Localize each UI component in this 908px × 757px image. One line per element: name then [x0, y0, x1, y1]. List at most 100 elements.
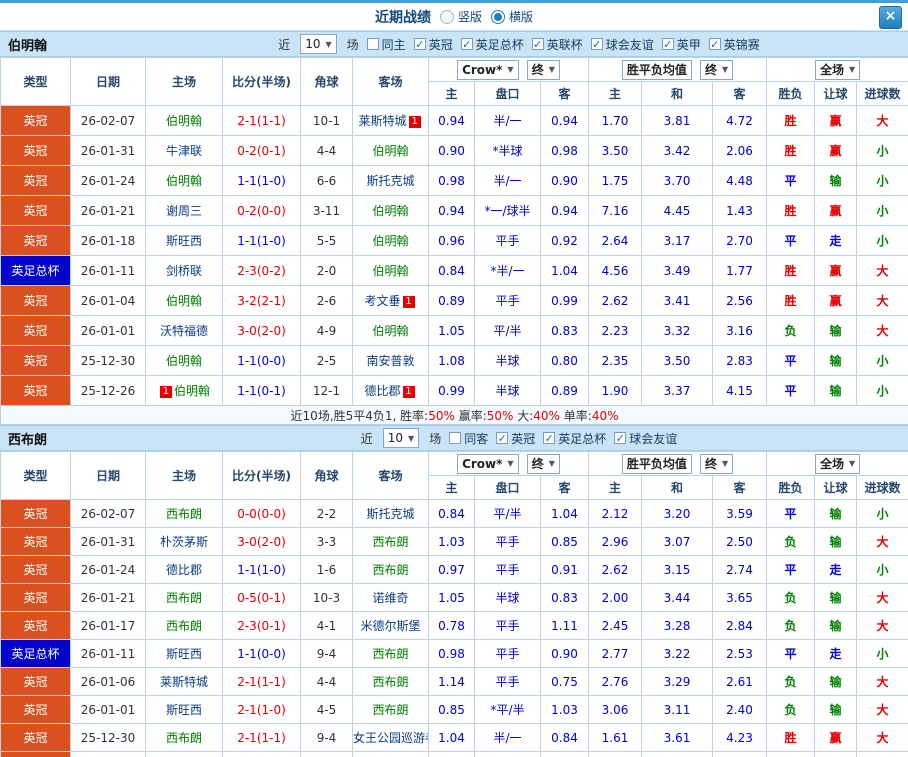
match-score[interactable]: 1-2(0-2) [223, 752, 301, 757]
layout-vertical-radio[interactable]: 竖版 [440, 8, 482, 25]
home-team[interactable]: 西布朗 [146, 752, 223, 757]
match-score[interactable]: 0-5(0-1) [223, 584, 301, 612]
layout-horizontal-radio[interactable]: 横版 [491, 8, 533, 25]
match-score[interactable]: 1-1(1-0) [223, 556, 301, 584]
away-team[interactable]: 女王公园巡游者 [353, 724, 429, 752]
avg-draw: 3.44 [642, 584, 713, 612]
home-team[interactable]: 伯明翰 [146, 166, 223, 196]
away-team[interactable]: 斯托克城 [353, 500, 429, 528]
match-score[interactable]: 2-1(1-1) [223, 106, 301, 136]
match-score[interactable]: 2-3(0-1) [223, 612, 301, 640]
home-team[interactable]: 沃特福德 [146, 316, 223, 346]
home-team[interactable]: 朴茨茅斯 [146, 528, 223, 556]
avg-home: 7.16 [589, 196, 642, 226]
away-team[interactable]: 西布朗 [353, 696, 429, 724]
home-team[interactable]: 1伯明翰 [146, 376, 223, 406]
match-score[interactable]: 3-2(2-1) [223, 286, 301, 316]
home-team[interactable]: 德比郡 [146, 556, 223, 584]
match-score[interactable]: 2-1(1-0) [223, 696, 301, 724]
home-team[interactable]: 斯旺西 [146, 226, 223, 256]
result-wdl: 平 [767, 346, 815, 376]
match-score[interactable]: 0-0(0-0) [223, 500, 301, 528]
away-team[interactable]: 布里斯托城 [353, 752, 429, 757]
away-team[interactable]: 莱斯特城1 [353, 106, 429, 136]
sections-container: 伯明翰 近 10 ▼ 场 同主 ✓英冠✓英足总杯✓英联杯✓球会友谊✓英甲✓英锦赛 [0, 31, 908, 757]
away-team[interactable]: 米德尔斯堡 [353, 612, 429, 640]
home-team[interactable]: 西布朗 [146, 500, 223, 528]
away-team[interactable]: 西布朗 [353, 528, 429, 556]
away-team[interactable]: 诺维奇 [353, 584, 429, 612]
avg-draw: 3.70 [642, 166, 713, 196]
odds-final-select[interactable]: 终 ▼ [527, 60, 560, 80]
away-team[interactable]: 伯明翰 [353, 136, 429, 166]
league-checkbox[interactable]: ✓球会友谊 [591, 36, 654, 53]
home-team[interactable]: 伯明翰 [146, 286, 223, 316]
away-team[interactable]: 伯明翰 [353, 316, 429, 346]
avg-draw: 3.07 [642, 528, 713, 556]
match-score[interactable]: 2-3(0-2) [223, 256, 301, 286]
result-goals: 小 [857, 376, 908, 406]
odds-handicap: 半/一 [475, 724, 541, 752]
match-score[interactable]: 0-2(0-1) [223, 136, 301, 166]
league-checkbox[interactable]: ✓球会友谊 [614, 430, 677, 447]
home-team[interactable]: 西布朗 [146, 612, 223, 640]
sub-col-odds-away: 客 [541, 476, 589, 500]
league-checkbox[interactable]: ✓英足总杯 [461, 36, 524, 53]
recent-count-select[interactable]: 10 ▼ [300, 34, 336, 54]
league-checkbox[interactable]: ✓英甲 [662, 36, 701, 53]
odds-source-select[interactable]: Crow* ▼ [457, 454, 519, 474]
match-score[interactable]: 1-1(0-1) [223, 376, 301, 406]
close-button[interactable]: × [879, 6, 902, 29]
home-team[interactable]: 伯明翰 [146, 106, 223, 136]
match-score[interactable]: 1-1(1-0) [223, 226, 301, 256]
league-checkbox[interactable]: ✓英冠 [414, 36, 453, 53]
match-score[interactable]: 3-0(2-0) [223, 316, 301, 346]
avg-final-select[interactable]: 终 ▼ [700, 60, 733, 80]
match-score[interactable]: 3-0(2-0) [223, 528, 301, 556]
team-name-text: 伯明翰 [372, 144, 408, 158]
home-team[interactable]: 斯旺西 [146, 696, 223, 724]
home-team[interactable]: 牛津联 [146, 136, 223, 166]
home-team[interactable]: 斯旺西 [146, 640, 223, 668]
match-score[interactable]: 2-1(1-1) [223, 668, 301, 696]
scope-select[interactable]: 全场 ▼ [815, 454, 860, 474]
odds-handicap: *半/一 [475, 256, 541, 286]
home-team[interactable]: 西布朗 [146, 724, 223, 752]
home-team[interactable]: 谢周三 [146, 196, 223, 226]
away-team[interactable]: 西布朗 [353, 556, 429, 584]
odds-final-select[interactable]: 终 ▼ [527, 454, 560, 474]
match-score[interactable]: 1-1(0-0) [223, 346, 301, 376]
avg-final-select[interactable]: 终 ▼ [700, 454, 733, 474]
match-score[interactable]: 2-1(1-1) [223, 724, 301, 752]
avg-draw: 3.17 [642, 226, 713, 256]
scope-select[interactable]: 全场 ▼ [815, 60, 860, 80]
corners: 2-6 [301, 286, 353, 316]
match-score[interactable]: 1-1(0-0) [223, 640, 301, 668]
league-checkbox[interactable]: ✓英冠 [496, 430, 535, 447]
avg-draw: 3.29 [642, 668, 713, 696]
odds-source-select[interactable]: Crow* ▼ [457, 60, 519, 80]
away-team[interactable]: 南安普敦 [353, 346, 429, 376]
venue-checkbox[interactable]: 同客 [449, 430, 488, 447]
league-checkbox[interactable]: ✓英足总杯 [543, 430, 606, 447]
home-team[interactable]: 伯明翰 [146, 346, 223, 376]
league-checkbox[interactable]: ✓英联杯 [532, 36, 583, 53]
away-team[interactable]: 西布朗 [353, 668, 429, 696]
recent-count-select[interactable]: 10 ▼ [383, 428, 419, 448]
league-checkbox[interactable]: ✓英锦赛 [709, 36, 760, 53]
home-team[interactable]: 莱斯特城 [146, 668, 223, 696]
home-team[interactable]: 西布朗 [146, 584, 223, 612]
away-team[interactable]: 伯明翰 [353, 196, 429, 226]
red-card-badge: 1 [403, 296, 415, 308]
away-team[interactable]: 考文垂1 [353, 286, 429, 316]
away-team[interactable]: 西布朗 [353, 640, 429, 668]
away-team[interactable]: 德比郡1 [353, 376, 429, 406]
match-score[interactable]: 1-1(1-0) [223, 166, 301, 196]
result-handicap: 赢 [815, 196, 857, 226]
away-team[interactable]: 伯明翰 [353, 256, 429, 286]
away-team[interactable]: 斯托克城 [353, 166, 429, 196]
match-score[interactable]: 0-2(0-0) [223, 196, 301, 226]
away-team[interactable]: 伯明翰 [353, 226, 429, 256]
venue-checkbox[interactable]: 同主 [367, 36, 406, 53]
home-team[interactable]: 剑桥联 [146, 256, 223, 286]
